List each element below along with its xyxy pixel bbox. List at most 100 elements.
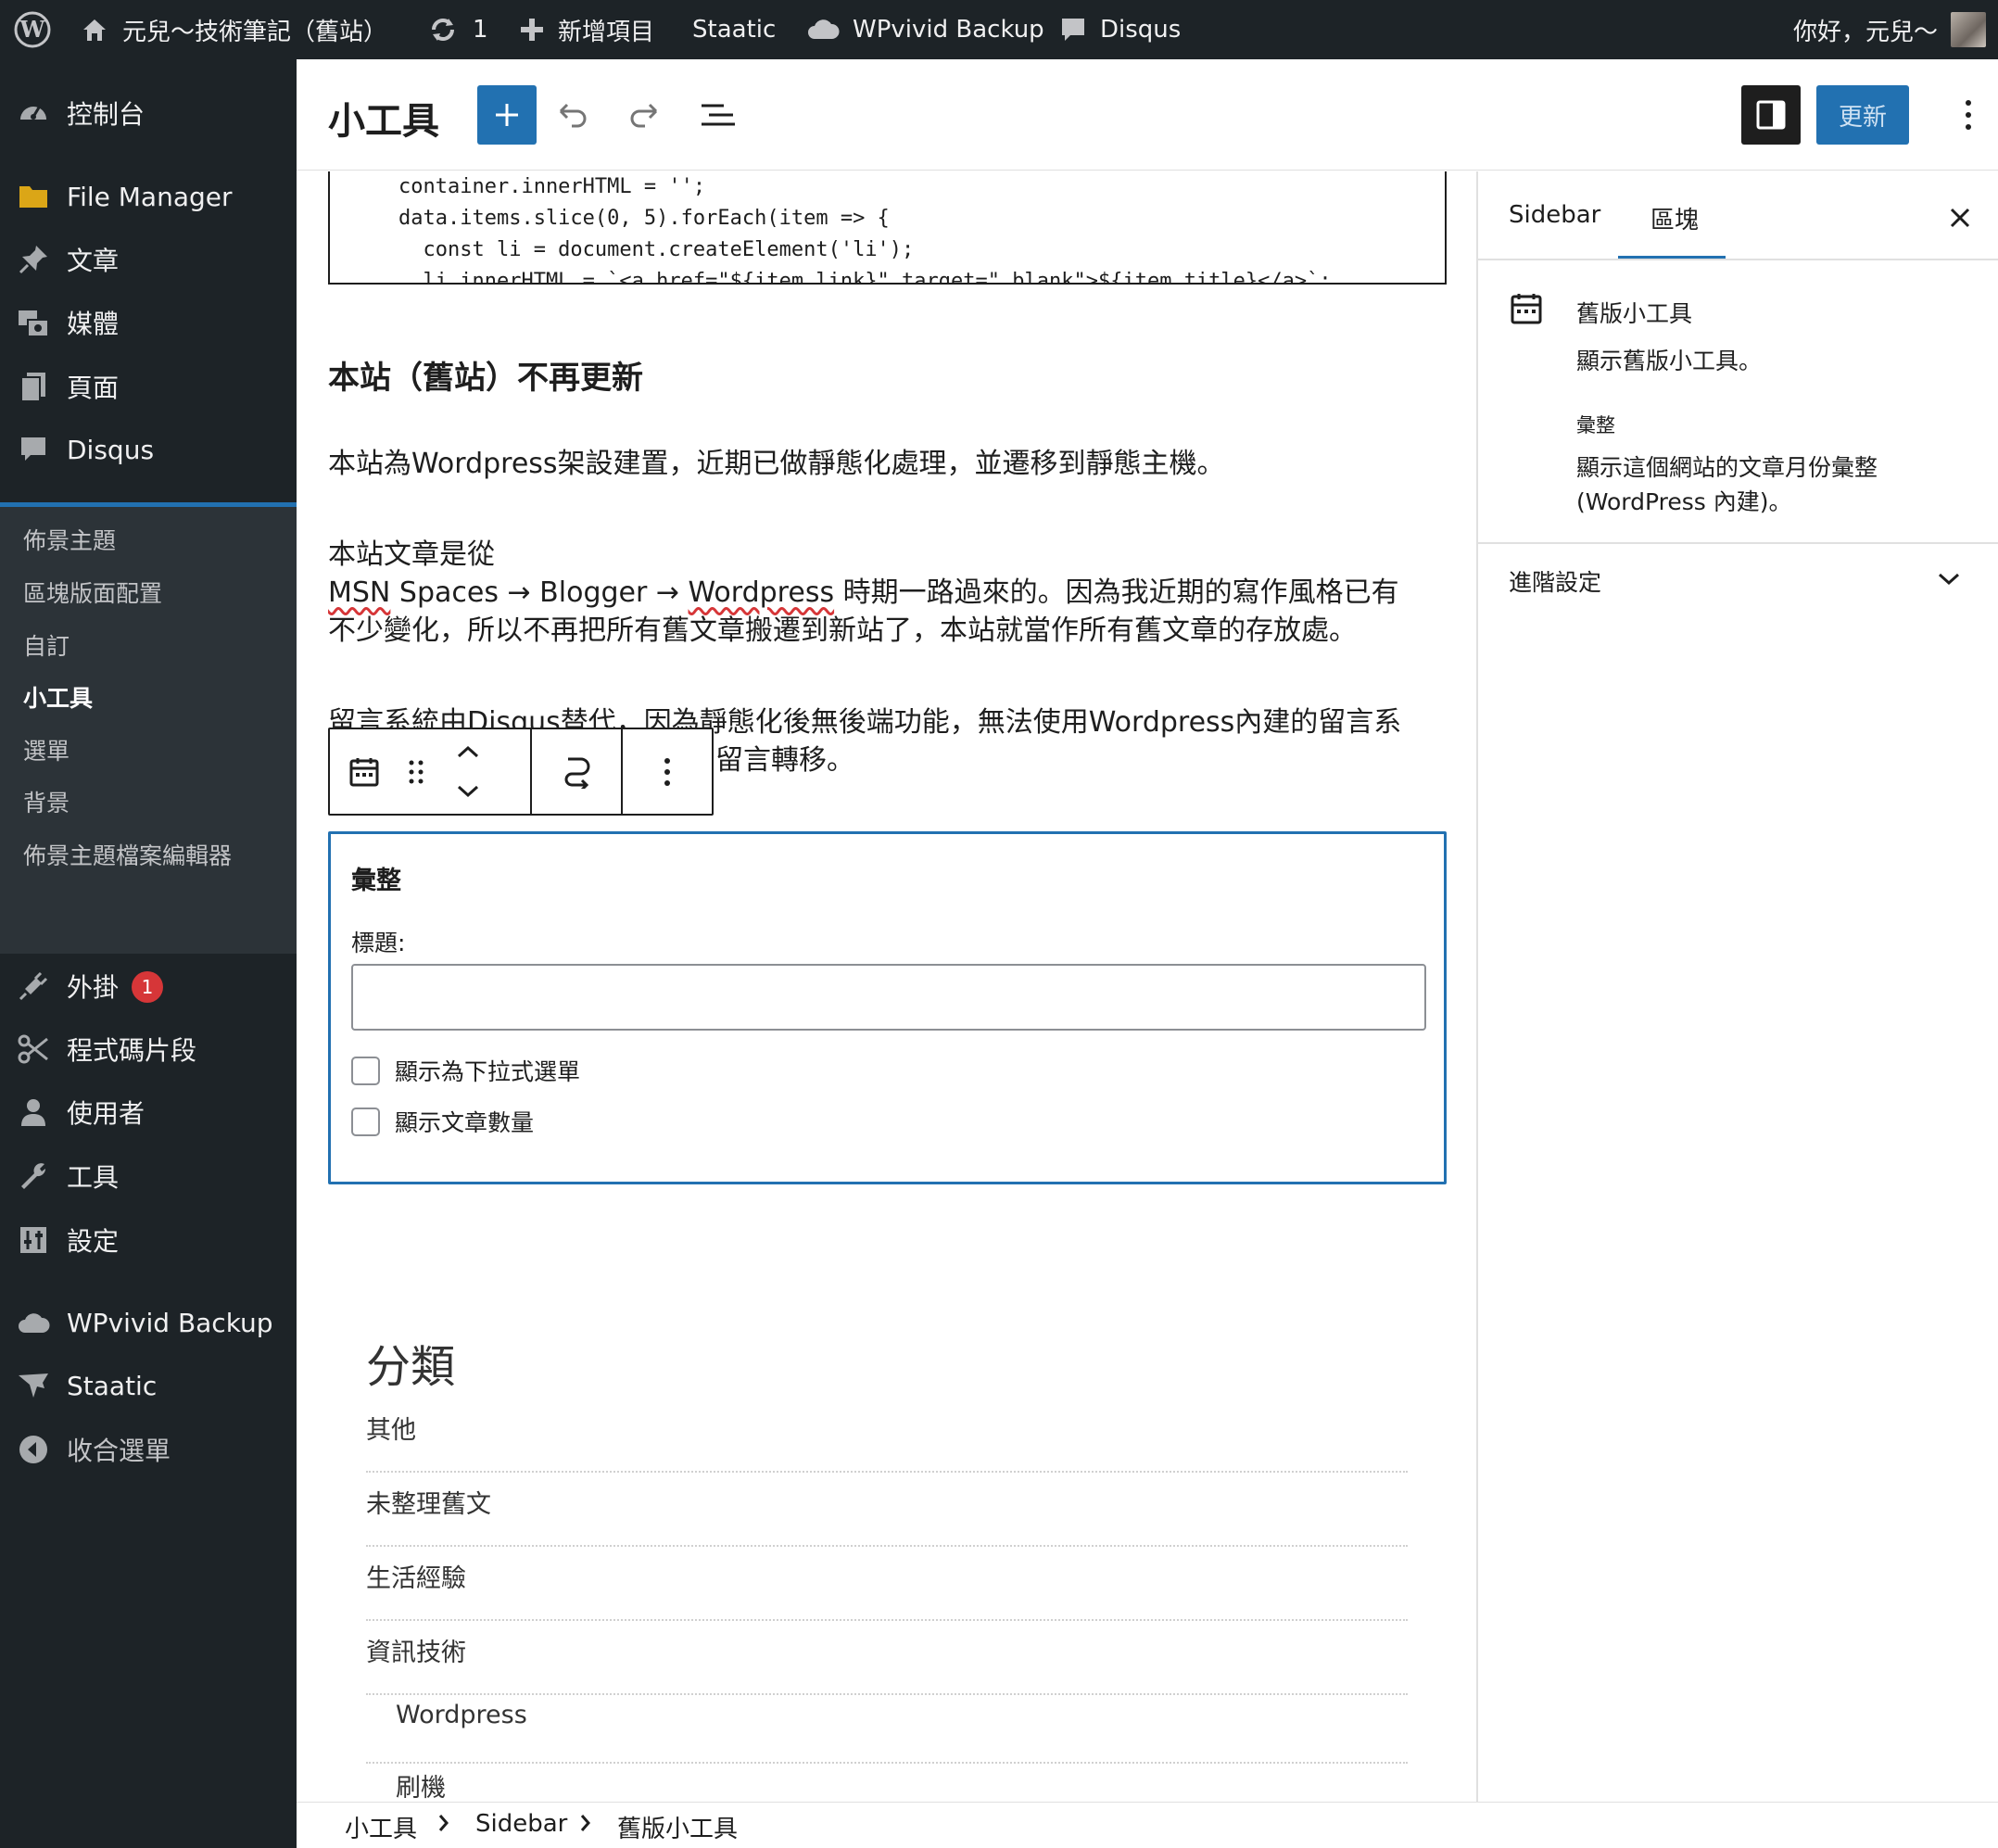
dashboard-icon bbox=[17, 96, 50, 130]
custom-html-block[interactable]: container.innerHTML = ''; data.items.sli… bbox=[328, 171, 1447, 285]
tab-block[interactable]: 區塊 bbox=[1650, 201, 1699, 235]
chevron-down-icon bbox=[1938, 573, 1960, 586]
breadcrumb-widgets[interactable]: 小工具 bbox=[345, 1810, 417, 1844]
block-type-button[interactable] bbox=[339, 729, 389, 814]
submenu-widgets[interactable]: 小工具 bbox=[23, 680, 93, 714]
menu-posts[interactable]: 文章 bbox=[0, 229, 297, 290]
submenu-menus[interactable]: 選單 bbox=[23, 733, 70, 766]
cloud-icon bbox=[17, 1306, 50, 1339]
transform-to-blocks-button[interactable] bbox=[532, 729, 621, 814]
category-item[interactable]: 未整理舊文 bbox=[366, 1473, 1408, 1547]
menu-label: 程式碼片段 bbox=[67, 1035, 197, 1066]
archives-legacy-widget[interactable]: 彙整 標題: 顯示為下拉式選單 顯示文章數量 bbox=[328, 831, 1447, 1184]
block-inserter-button[interactable] bbox=[477, 85, 537, 145]
more-vertical-icon bbox=[1966, 100, 1971, 130]
new-item-link[interactable]: 新增項目 bbox=[519, 0, 654, 59]
post-count-checkbox[interactable] bbox=[351, 1107, 380, 1136]
redo-button[interactable] bbox=[615, 85, 675, 145]
menu-users[interactable]: 使用者 bbox=[0, 1082, 297, 1143]
updates-link[interactable]: 1 bbox=[426, 0, 488, 59]
menu-wpvivid-backup[interactable]: WPvivid Backup bbox=[0, 1292, 297, 1353]
menu-disqus[interactable]: Disqus bbox=[0, 419, 297, 480]
text-span: Spaces → Blogger → bbox=[390, 576, 689, 609]
close-sidebar-button[interactable] bbox=[1941, 199, 1979, 236]
sliders-icon bbox=[17, 1223, 50, 1257]
move-up-button[interactable] bbox=[443, 733, 493, 770]
undo-icon bbox=[559, 103, 587, 128]
submenu-theme-file-editor[interactable]: 佈景主題檔案編輯器 bbox=[23, 838, 232, 871]
categories-title: 分類 bbox=[366, 1341, 456, 1393]
move-down-button[interactable] bbox=[443, 773, 493, 810]
menu-label: File Manager bbox=[67, 181, 233, 212]
tab-sidebar[interactable]: Sidebar bbox=[1509, 201, 1600, 229]
submenu-block-patterns[interactable]: 區塊版面配置 bbox=[23, 576, 162, 609]
plug-icon bbox=[17, 969, 50, 1003]
menu-code-snippets[interactable]: 程式碼片段 bbox=[0, 1019, 297, 1080]
menu-label: 收合選單 bbox=[67, 1436, 171, 1466]
menu-file-manager[interactable]: File Manager bbox=[0, 166, 297, 227]
calendar-icon bbox=[349, 757, 379, 786]
menu-settings[interactable]: 設定 bbox=[0, 1209, 297, 1271]
dropdown-checkbox[interactable] bbox=[351, 1056, 380, 1085]
category-label[interactable]: Wordpress bbox=[396, 1701, 527, 1729]
staatic-link[interactable]: Staatic bbox=[692, 0, 776, 59]
category-label[interactable]: 資訊技術 bbox=[366, 1632, 466, 1668]
drag-handle[interactable] bbox=[393, 729, 439, 814]
list-view-button[interactable] bbox=[689, 85, 748, 145]
media-icon bbox=[17, 306, 50, 339]
menu-label-text: 外掛 bbox=[67, 972, 120, 1003]
wordpress-logo-icon[interactable]: W bbox=[13, 0, 52, 59]
menu-label: Disqus bbox=[67, 434, 155, 465]
category-label[interactable]: 其他 bbox=[366, 1410, 416, 1446]
block-options-button[interactable] bbox=[623, 729, 712, 814]
site-name-link[interactable]: 元兒～技術筆記（舊站） bbox=[80, 0, 387, 59]
menu-staatic[interactable]: Staatic bbox=[0, 1355, 297, 1416]
admin-toolbar: W 元兒～技術筆記（舊站） 1 新增項目 Staatic WPvivid Bac… bbox=[0, 0, 1998, 59]
close-icon bbox=[1950, 208, 1970, 228]
comment-icon bbox=[17, 433, 50, 466]
paragraph-comments-line2: 留言轉移。 bbox=[715, 744, 854, 777]
disqus-link[interactable]: Disqus bbox=[1059, 0, 1181, 59]
advanced-settings-toggle[interactable]: 進階設定 bbox=[1478, 544, 1998, 614]
settings-sidebar-toggle[interactable] bbox=[1741, 85, 1801, 145]
dropdown-option[interactable]: 顯示為下拉式選單 bbox=[351, 1054, 580, 1087]
submenu-background[interactable]: 背景 bbox=[23, 785, 70, 818]
update-button[interactable]: 更新 bbox=[1816, 85, 1909, 145]
submenu-customize[interactable]: 自訂 bbox=[23, 628, 70, 662]
cloud-icon bbox=[808, 19, 840, 39]
category-item[interactable]: 其他 bbox=[366, 1399, 1408, 1473]
widget-description-line: (WordPress 內建)。 bbox=[1576, 488, 1792, 515]
my-account-link[interactable]: 你好，元兒～ bbox=[1793, 0, 1987, 59]
menu-pages[interactable]: 頁面 bbox=[0, 356, 297, 417]
staatic-label: Staatic bbox=[692, 16, 777, 44]
spellcheck-word: Wordpress bbox=[688, 576, 835, 609]
menu-media[interactable]: 媒體 bbox=[0, 292, 297, 353]
category-item[interactable]: 生活經驗 bbox=[366, 1547, 1408, 1621]
category-label[interactable]: 未整理舊文 bbox=[366, 1484, 491, 1520]
category-item[interactable]: 資訊技術 bbox=[366, 1621, 1408, 1695]
category-label[interactable]: 生活經驗 bbox=[366, 1558, 466, 1594]
post-count-option[interactable]: 顯示文章數量 bbox=[351, 1105, 534, 1138]
wpvivid-link[interactable]: WPvivid Backup bbox=[806, 0, 1044, 59]
category-item[interactable]: Wordpress bbox=[366, 1690, 1408, 1764]
code-line: data.items.slice(0, 5).forEach(item => { bbox=[398, 207, 890, 230]
spellcheck-word: MSN bbox=[328, 576, 391, 609]
breadcrumb-sidebar[interactable]: Sidebar bbox=[475, 1810, 567, 1838]
collapse-menu-button[interactable]: 收合選單 bbox=[0, 1419, 297, 1480]
submenu-themes[interactable]: 佈景主題 bbox=[23, 523, 116, 556]
widget-type-name: 彙整 bbox=[1576, 414, 1615, 437]
undo-button[interactable] bbox=[542, 85, 601, 145]
title-input[interactable] bbox=[351, 964, 1426, 1031]
category-label[interactable]: 刷機 bbox=[396, 1767, 446, 1802]
code-line: const li = document.createElement('li'); bbox=[398, 238, 915, 261]
menu-dashboard[interactable]: 控制台 bbox=[0, 82, 297, 144]
options-menu-button[interactable] bbox=[1939, 85, 1998, 145]
menu-plugins[interactable]: 外掛 1 bbox=[0, 956, 297, 1017]
menu-label: Staatic bbox=[67, 1370, 158, 1401]
breadcrumb-legacy-widget[interactable]: 舊版小工具 bbox=[617, 1810, 738, 1844]
paragraph-history: 本站文章是從 MSN Spaces → Blogger → Wordpress … bbox=[328, 536, 1447, 650]
menu-tools[interactable]: 工具 bbox=[0, 1146, 297, 1207]
menu-label: 控制台 bbox=[67, 99, 145, 130]
category-item[interactable]: 刷機 bbox=[366, 1756, 1408, 1802]
menu-label: 設定 bbox=[67, 1226, 120, 1257]
